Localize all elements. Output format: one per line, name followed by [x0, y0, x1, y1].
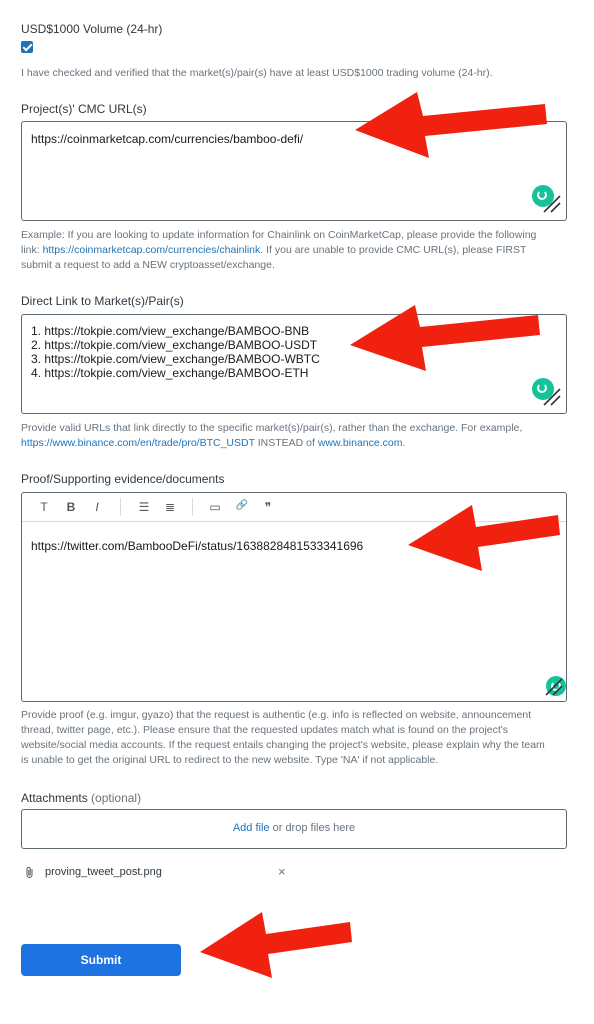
market-link-line-1: 1. https://tokpie.com/view_exchange/BAMB…: [31, 324, 310, 338]
toolbar-divider: [120, 498, 121, 516]
italic-icon[interactable]: I: [89, 500, 105, 514]
binance-home-link[interactable]: www.binance.com: [318, 437, 403, 449]
market-link-line-2: 2. https://tokpie.com/view_exchange/BAMB…: [31, 338, 318, 352]
attachments-label: Attachments (optional): [21, 791, 142, 805]
resize-handle-icon[interactable]: [542, 387, 562, 407]
annotation-arrow-icon: [350, 305, 540, 371]
annotation-arrow-icon: [408, 505, 560, 571]
chainlink-example-link[interactable]: https://coinmarketcap.com/currencies/cha…: [43, 244, 261, 256]
code-block-icon[interactable]: ▭: [207, 500, 223, 514]
remove-file-icon[interactable]: ×: [278, 864, 286, 879]
proof-value: https://twitter.com/BambooDeFi/status/16…: [31, 539, 364, 553]
optional-tag: (optional): [91, 791, 142, 805]
toolbar-divider: [192, 498, 193, 516]
market-link-line-4: 4. https://tokpie.com/view_exchange/BAMB…: [31, 366, 309, 380]
market-link-line-3: 3. https://tokpie.com/view_exchange/BAMB…: [31, 352, 320, 366]
attached-file-name: proving_tweet_post.png: [45, 866, 162, 878]
market-link-hint: Provide valid URLs that link directly to…: [21, 421, 571, 451]
volume-confirm-text: I have checked and verified that the mar…: [21, 67, 493, 79]
proof-hint: Provide proof (e.g. imgur, gyazo) that t…: [21, 708, 576, 768]
market-link-label: Direct Link to Market(s)/Pair(s): [21, 294, 184, 308]
resize-handle-icon[interactable]: [544, 677, 564, 697]
attached-file-item: proving_tweet_post.png ×: [25, 864, 295, 881]
annotation-arrow-icon: [200, 912, 352, 978]
link-icon[interactable]: 🔗: [234, 500, 250, 511]
cmc-url-label: Project(s)' CMC URL(s): [21, 102, 147, 116]
proof-hint-line-2: thread, twitter page, etc.). Please ensu…: [21, 724, 509, 736]
cmc-hint-line2: link: https://coinmarketcap.com/currenci…: [21, 244, 527, 256]
market-hint-line1: Provide valid URLs that link directly to…: [21, 422, 523, 434]
binance-pair-example-link[interactable]: https://www.binance.com/en/trade/pro/BTC…: [21, 437, 255, 449]
quote-icon[interactable]: ❞: [260, 500, 276, 514]
cmc-hint-line1: Example: If you are looking to update in…: [21, 229, 537, 241]
paperclip-icon: [26, 866, 33, 878]
numbered-list-icon[interactable]: ≣: [162, 500, 178, 514]
proof-hint-line-4: is unable to get the original URL to red…: [21, 754, 439, 766]
market-hint-line2: https://www.binance.com/en/trade/pro/BTC…: [21, 437, 406, 449]
cmc-url-hint: Example: If you are looking to update in…: [21, 228, 571, 273]
add-file-link[interactable]: Add file: [233, 822, 270, 834]
text-style-icon[interactable]: T: [36, 500, 52, 514]
submit-button[interactable]: Submit: [21, 944, 181, 976]
volume-label: USD$1000 Volume (24-hr): [21, 22, 163, 36]
annotation-arrow-icon: [355, 92, 547, 158]
proof-hint-line-1: Provide proof (e.g. imgur, gyazo) that t…: [21, 709, 532, 721]
bold-icon[interactable]: B: [63, 500, 79, 514]
file-dropzone[interactable]: Add file or drop files here: [21, 809, 567, 849]
dropzone-text: Add file or drop files here: [232, 822, 356, 834]
proof-hint-line-3: website/social media accounts. If the re…: [21, 739, 545, 751]
resize-handle-icon[interactable]: [542, 194, 562, 214]
proof-label: Proof/Supporting evidence/documents: [21, 472, 225, 486]
volume-checkbox[interactable]: [21, 41, 33, 53]
cmc-hint-line3: submit a request to add a NEW cryptoasse…: [21, 259, 275, 271]
cmc-url-value: https://coinmarketcap.com/currencies/bam…: [31, 132, 304, 146]
bulleted-list-icon[interactable]: ☰: [136, 500, 152, 514]
